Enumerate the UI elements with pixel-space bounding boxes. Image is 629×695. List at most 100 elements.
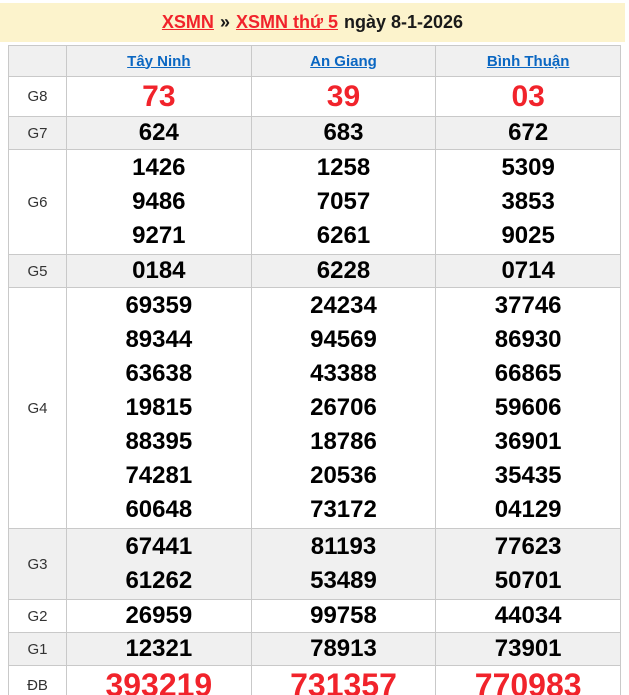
results-table-body: G8 73 39 03 G7 624 683 672 G6 1426 9486 9271 1258 705… <box>8 76 621 695</box>
prize-number: 9271 <box>132 222 186 249</box>
prize-number: 6228 <box>316 257 371 284</box>
prize-cell: 6228 <box>250 254 437 288</box>
prize-number: 67441 <box>125 533 193 560</box>
prize-number: 03 <box>511 80 545 113</box>
prize-number: 624 <box>138 119 179 146</box>
prize-number: 61262 <box>125 567 193 594</box>
prize-cell: 78913 <box>250 632 437 666</box>
prize-number: 18786 <box>310 428 377 455</box>
prize-number: 672 <box>508 119 549 146</box>
corner-cell <box>8 45 67 77</box>
prize-cell: 0714 <box>435 254 621 288</box>
prize-label: G1 <box>8 632 67 666</box>
prize-number: 66865 <box>494 360 562 387</box>
prize-number: 36901 <box>494 428 562 455</box>
prize-number: 73 <box>142 80 176 113</box>
prize-cell: 99758 <box>250 599 437 633</box>
prize-number: 731357 <box>290 667 397 695</box>
prize-number: 60648 <box>125 496 193 523</box>
prize-number: 9486 <box>132 188 186 215</box>
prize-number: 44034 <box>494 602 562 629</box>
prize-number: 9025 <box>501 222 555 249</box>
prize-number: 59606 <box>494 394 562 421</box>
prize-cell: 1426 9486 9271 <box>66 149 252 255</box>
prize-number: 0714 <box>501 257 555 284</box>
province-link-binh-thuan[interactable]: Bình Thuận <box>487 53 570 70</box>
prize-number: 19815 <box>125 394 193 421</box>
prize-cell: 26959 <box>66 599 252 633</box>
prize-row: ĐB 393219 731357 770983 <box>8 665 621 695</box>
province-link-an-giang[interactable]: An Giang <box>310 53 377 70</box>
prize-number: 26706 <box>310 394 377 421</box>
column-header-tay-ninh: Tây Ninh <box>66 45 252 77</box>
prize-cell: 5309 3853 9025 <box>435 149 621 255</box>
results-table: Tây Ninh An Giang Bình Thuận G8 73 39 03 G7 624… <box>8 45 621 695</box>
prize-cell: 1258 7057 6261 <box>250 149 437 255</box>
prize-number: 683 <box>323 119 364 146</box>
province-link-tay-ninh[interactable]: Tây Ninh <box>127 53 190 70</box>
prize-number: 43388 <box>310 360 377 387</box>
prize-number: 24234 <box>310 292 377 319</box>
prize-cell: 12321 <box>66 632 252 666</box>
prize-number: 69359 <box>125 292 193 319</box>
prize-row: G8 73 39 03 <box>8 76 621 117</box>
prize-number: 04129 <box>494 496 562 523</box>
column-header-an-giang: An Giang <box>250 45 437 77</box>
prize-row: G7 624 683 672 <box>8 116 621 150</box>
prize-cell: 24234 94569 43388 26706 18786 20536 73172 <box>250 287 437 529</box>
prize-cell: 672 <box>435 116 621 150</box>
prize-label: G5 <box>8 254 67 288</box>
prize-number: 5309 <box>501 154 555 181</box>
prize-number: 78913 <box>310 635 377 662</box>
prize-number: 86930 <box>494 326 562 353</box>
prize-label: G7 <box>8 116 67 150</box>
prize-cell: 73901 <box>435 632 621 666</box>
prize-label: G2 <box>8 599 67 633</box>
prize-cell: 81193 53489 <box>250 528 437 600</box>
prize-label: G3 <box>8 528 67 600</box>
prize-cell: 39 <box>250 76 437 117</box>
prize-number: 77623 <box>494 533 562 560</box>
prize-row: G1 12321 78913 73901 <box>8 632 621 666</box>
prize-number: 37746 <box>494 292 562 319</box>
prize-number: 74281 <box>125 462 193 489</box>
prize-cell: 393219 <box>66 665 252 695</box>
prize-row: G3 67441 61262 81193 53489 77623 50701 <box>8 528 621 600</box>
prize-number: 88395 <box>125 428 193 455</box>
prize-number: 26959 <box>125 602 193 629</box>
prize-cell: 03 <box>435 76 621 117</box>
prize-number: 39 <box>326 80 361 113</box>
prize-row: G6 1426 9486 9271 1258 7057 6261 5309 3853 9025 <box>8 149 621 255</box>
prize-number: 1258 <box>316 154 371 181</box>
prize-number: 393219 <box>105 667 213 695</box>
prize-cell: 624 <box>66 116 252 150</box>
prize-number: 770983 <box>474 667 582 695</box>
breadcrumb-link-xsmn[interactable]: XSMN <box>162 12 214 33</box>
prize-number: 1426 <box>132 154 186 181</box>
breadcrumb-link-day[interactable]: XSMN thứ 5 <box>236 12 338 33</box>
prize-cell: 69359 89344 63638 19815 88395 74281 60648 <box>66 287 252 529</box>
prize-cell: 37746 86930 66865 59606 36901 35435 04129 <box>435 287 621 529</box>
prize-number: 20536 <box>310 462 377 489</box>
prize-cell: 683 <box>250 116 437 150</box>
prize-number: 89344 <box>125 326 193 353</box>
results-table-container: Tây Ninh An Giang Bình Thuận G8 73 39 03 G7 624… <box>8 45 621 695</box>
prize-cell: 73 <box>66 76 252 117</box>
prize-cell: 77623 50701 <box>435 528 621 600</box>
prize-number: 53489 <box>310 567 377 594</box>
prize-label: G6 <box>8 149 67 255</box>
prize-label: G8 <box>8 76 67 117</box>
prize-number: 73901 <box>494 635 562 662</box>
prize-cell: 67441 61262 <box>66 528 252 600</box>
prize-number: 99758 <box>310 602 377 629</box>
prize-label: G4 <box>8 287 67 529</box>
prize-number: 6261 <box>316 222 371 249</box>
prize-cell: 731357 <box>250 665 437 695</box>
draw-date-text: ngày 8-1-2026 <box>344 12 464 32</box>
prize-cell: 0184 <box>66 254 252 288</box>
prize-number: 7057 <box>316 188 371 215</box>
prize-number: 73172 <box>310 496 377 523</box>
prize-number: 94569 <box>310 326 377 353</box>
prize-number: 50701 <box>494 567 562 594</box>
breadcrumb-separator: » <box>219 12 230 32</box>
